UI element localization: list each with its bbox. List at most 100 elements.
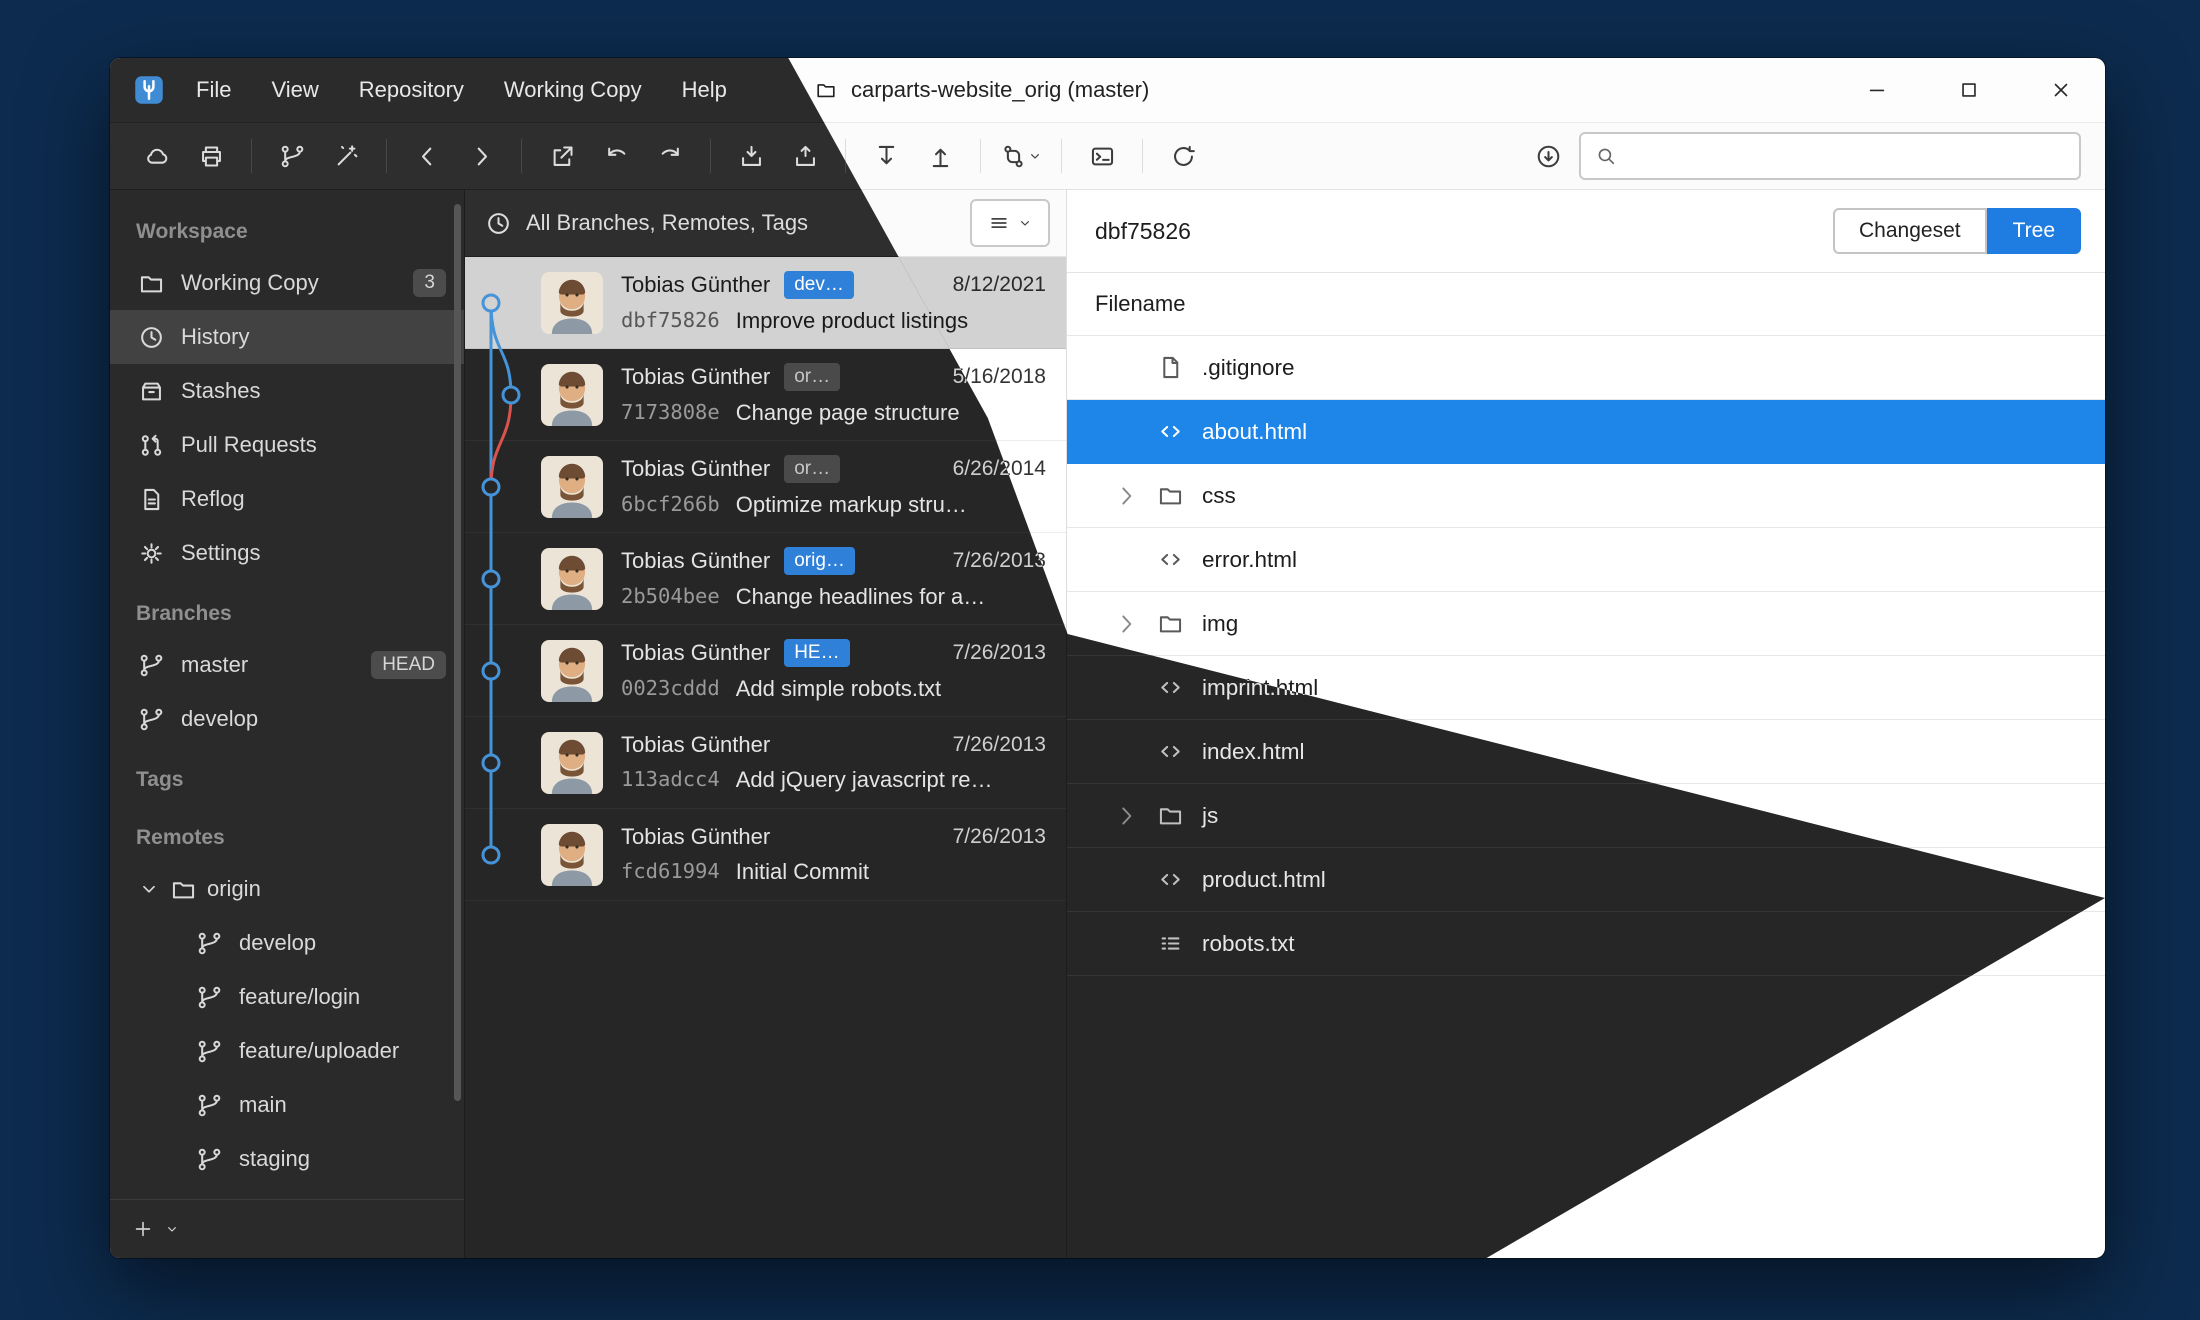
app-icon — [134, 75, 164, 105]
folder-row[interactable]: img — [1067, 592, 2105, 656]
clock-icon — [485, 210, 512, 237]
folder-icon — [138, 270, 165, 297]
refresh-icon — [1170, 143, 1197, 170]
file-name: about.html — [1202, 419, 1307, 445]
commit-row[interactable]: Tobias Günther HE… 7/26/2013 0023cddd Ad… — [465, 625, 1066, 717]
tree-tab[interactable]: Tree — [1987, 208, 2081, 254]
search-box[interactable] — [1579, 132, 2081, 180]
close-button[interactable] — [2033, 58, 2089, 122]
branch-badge: HE… — [784, 639, 849, 667]
sidebar-item-settings[interactable]: Settings — [110, 526, 464, 580]
pop-stash-button[interactable] — [782, 133, 828, 179]
branch-label: develop — [239, 930, 446, 956]
toolbar-separator — [710, 139, 711, 173]
update-available-button[interactable] — [1525, 133, 1571, 179]
menu-working-copy[interactable]: Working Copy — [484, 58, 662, 122]
search-input[interactable] — [1627, 143, 2065, 169]
window-title: carparts-website_orig (master) — [815, 58, 1149, 122]
push-button[interactable] — [917, 133, 963, 179]
avatar — [541, 732, 603, 794]
chevron-right-icon[interactable] — [1113, 483, 1139, 509]
text-file-icon — [1157, 930, 1184, 957]
sidebar-remote-branch-feature-login[interactable]: feature/login — [110, 970, 464, 1024]
menu-help[interactable]: Help — [662, 58, 747, 122]
commit-date: 7/26/2013 — [953, 549, 1046, 573]
sidebar-item-stashes[interactable]: Stashes — [110, 364, 464, 418]
commit-message: Change page structure — [736, 400, 960, 426]
refresh-button[interactable] — [1160, 133, 1206, 179]
pull-button[interactable] — [863, 133, 909, 179]
chevron-right-icon[interactable] — [1113, 611, 1139, 637]
quick-action-button[interactable] — [323, 133, 369, 179]
folder-row[interactable]: css — [1067, 464, 2105, 528]
sidebar-remote-branch-develop[interactable]: develop — [110, 916, 464, 970]
sidebar-item-pull-requests[interactable]: Pull Requests — [110, 418, 464, 472]
clock-icon — [138, 324, 165, 351]
commit-message: Initial Commit — [736, 859, 869, 885]
sidebar-branch-develop[interactable]: develop — [110, 692, 464, 746]
commit-message: Add jQuery javascript re… — [736, 767, 993, 793]
sidebar-remote-branch-staging[interactable]: staging — [110, 1132, 464, 1186]
sidebar-item-label: Settings — [181, 540, 446, 566]
magic-wand-icon — [333, 143, 360, 170]
sidebar-remote-origin[interactable]: origin — [110, 862, 464, 916]
commit-date: 7/26/2013 — [953, 641, 1046, 665]
sidebar-item-label: Working Copy — [181, 270, 397, 296]
sidebar-remote-branch-feature-uploader[interactable]: feature/uploader — [110, 1024, 464, 1078]
add-repository-row[interactable] — [110, 1199, 464, 1258]
commit-row[interactable]: Tobias Günther 7/26/2013 fcd61994 Initia… — [465, 809, 1066, 901]
sidebar-remote-branch-main[interactable]: main — [110, 1078, 464, 1132]
commit-row[interactable]: Tobias Günther or… 6/26/2014 6bcf266b Op… — [465, 441, 1066, 533]
folder-name: css — [1202, 483, 1236, 509]
sidebar-scrollbar[interactable] — [454, 204, 461, 1101]
sidebar-item-history[interactable]: History — [110, 310, 464, 364]
redo-arrow-icon — [657, 143, 684, 170]
sidebar-item-reflog[interactable]: Reflog — [110, 472, 464, 526]
menu-file[interactable]: File — [176, 58, 251, 122]
sidebar-item-working-copy[interactable]: Working Copy 3 — [110, 256, 464, 310]
back-button[interactable] — [404, 133, 450, 179]
branch-icon — [138, 652, 165, 679]
folder-name: js — [1202, 803, 1218, 829]
file-row[interactable]: .gitignore — [1067, 336, 2105, 400]
code-file-icon — [1157, 674, 1184, 701]
sidebar-item-label: Reflog — [181, 486, 446, 512]
redo-button[interactable] — [647, 133, 693, 179]
avatar — [541, 456, 603, 518]
file-row-selected[interactable]: about.html — [1067, 400, 2105, 464]
file-row[interactable]: robots.txt — [1067, 912, 2105, 976]
sidebar-branch-master[interactable]: master HEAD — [110, 638, 464, 692]
branch-icon — [138, 706, 165, 733]
fetch-cloud-button[interactable] — [134, 133, 180, 179]
toolbar-separator — [521, 139, 522, 173]
commit-date: 7/26/2013 — [953, 825, 1046, 849]
changeset-tab[interactable]: Changeset — [1833, 208, 1987, 254]
forward-button[interactable] — [458, 133, 504, 179]
create-branch-button[interactable] — [269, 133, 315, 179]
maximize-button[interactable] — [1941, 58, 1997, 122]
file-name: robots.txt — [1202, 931, 1295, 957]
undo-button[interactable] — [593, 133, 639, 179]
history-options-dropdown[interactable] — [970, 199, 1050, 247]
chevron-right-icon[interactable] — [1113, 803, 1139, 829]
commit-row[interactable]: Tobias Günther orig… 7/26/2013 2b504bee … — [465, 533, 1066, 625]
file-name: product.html — [1202, 867, 1326, 893]
open-external-button[interactable] — [539, 133, 585, 179]
file-row[interactable]: error.html — [1067, 528, 2105, 592]
compare-branches-button[interactable] — [998, 133, 1044, 179]
head-badge: HEAD — [371, 651, 446, 679]
terminal-button[interactable] — [1079, 133, 1125, 179]
push-arrow-icon — [927, 143, 954, 170]
commit-hash: dbf75826 — [621, 308, 720, 334]
commit-author: Tobias Günther — [621, 824, 770, 850]
menu-view[interactable]: View — [251, 58, 338, 122]
commit-hash: 113adcc4 — [621, 767, 720, 793]
section-tags: Tags — [110, 746, 464, 804]
commit-list: Tobias Günther dev… 8/12/2021 dbf75826 I… — [465, 257, 1066, 1258]
minimize-button[interactable] — [1849, 58, 1905, 122]
commit-author: Tobias Günther — [621, 272, 770, 298]
stash-button[interactable] — [728, 133, 774, 179]
print-button[interactable] — [188, 133, 234, 179]
commit-row[interactable]: Tobias Günther 7/26/2013 113adcc4 Add jQ… — [465, 717, 1066, 809]
menu-repository[interactable]: Repository — [339, 58, 484, 122]
